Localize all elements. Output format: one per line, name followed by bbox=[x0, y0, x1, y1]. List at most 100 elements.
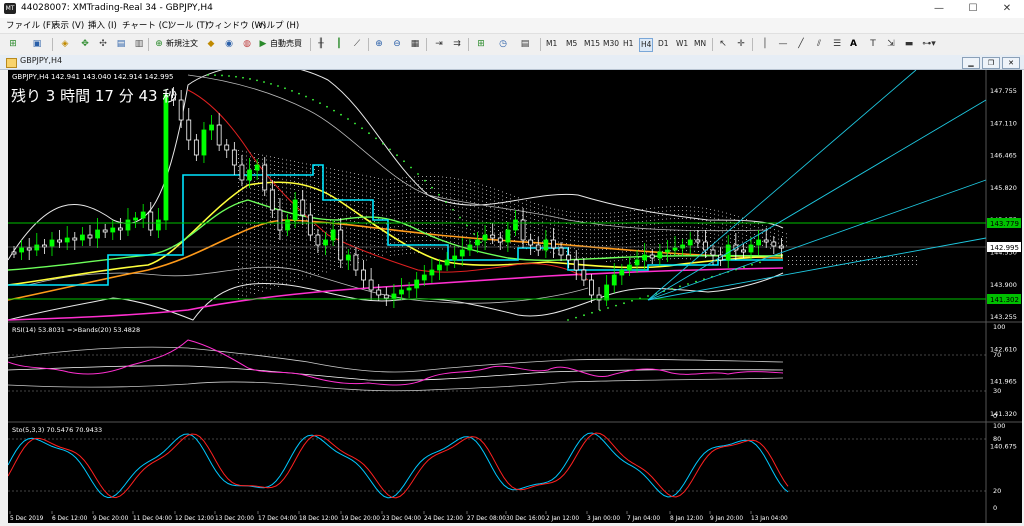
cloud-dot bbox=[770, 243, 771, 245]
cloud-dot bbox=[570, 251, 571, 253]
timeframe-m5[interactable]: M5 bbox=[566, 37, 577, 51]
terminal-icon[interactable]: ▤ bbox=[114, 37, 128, 51]
menu-file[interactable]: ファイル (F) bbox=[6, 19, 54, 31]
cloud-dot bbox=[614, 252, 615, 254]
indicators-icon[interactable]: ⊞ bbox=[474, 37, 488, 51]
timeframe-m15[interactable]: M15 bbox=[584, 37, 600, 51]
cloud-dot bbox=[662, 250, 663, 252]
chart-area[interactable]: GBPJPY,H4 142.941 143.040 142.914 142.99… bbox=[7, 63, 1022, 523]
timeframe-h4[interactable]: H4 bbox=[639, 38, 654, 52]
menu-insert[interactable]: 挿入 (I) bbox=[88, 19, 117, 31]
cloud-dot bbox=[426, 200, 427, 201]
fibonacci-icon[interactable]: ☰ bbox=[830, 37, 844, 51]
navigator-icon[interactable]: ✣ bbox=[96, 37, 110, 51]
chart-close-button[interactable]: ✕ bbox=[1002, 57, 1020, 69]
candle-body bbox=[535, 244, 541, 251]
cloud-dot bbox=[610, 220, 611, 222]
timeframe-w1[interactable]: W1 bbox=[676, 37, 688, 51]
timeframe-m30[interactable]: M30 bbox=[603, 37, 619, 51]
minimize-button[interactable]: — bbox=[922, 0, 956, 18]
cloud-dot bbox=[306, 163, 307, 165]
cloud-dot bbox=[466, 240, 467, 242]
timeframe-d1[interactable]: D1 bbox=[658, 37, 669, 51]
cloud-dot bbox=[438, 236, 439, 238]
menu-tools[interactable]: ツール (T) bbox=[168, 19, 208, 31]
auto-trade-icon[interactable]: ▶ bbox=[256, 37, 270, 51]
cloud-dot bbox=[598, 253, 599, 255]
channel-icon[interactable]: ⫽ bbox=[812, 37, 826, 51]
cloud-dot bbox=[478, 215, 479, 217]
arrow-icon[interactable]: ⇲ bbox=[884, 37, 898, 51]
close-button[interactable]: ✕ bbox=[990, 0, 1024, 18]
cloud-dot bbox=[242, 286, 243, 288]
cursor-icon[interactable]: ↖ bbox=[716, 37, 730, 51]
cloud-dot bbox=[362, 238, 363, 240]
zoom-out-icon[interactable]: ⊖ bbox=[390, 37, 404, 51]
metaeditor-icon[interactable]: ◆ bbox=[204, 37, 218, 51]
cloud-dot bbox=[394, 198, 395, 200]
cloud-dot bbox=[534, 251, 535, 252]
cloud-dot bbox=[386, 251, 387, 253]
cloud-dot bbox=[718, 226, 719, 228]
bar-chart-icon[interactable]: ╫ bbox=[314, 37, 328, 51]
timeframe-mn[interactable]: MN bbox=[694, 37, 706, 51]
chart-restore-button[interactable]: ❐ bbox=[982, 57, 1000, 69]
time-tick-label: 18 Dec 12:00 bbox=[299, 516, 338, 522]
cloud-dot bbox=[778, 230, 779, 232]
tester-icon[interactable]: ▥ bbox=[132, 37, 146, 51]
timeframe-m1[interactable]: M1 bbox=[546, 37, 557, 51]
trendline-icon[interactable]: ╱ bbox=[794, 37, 808, 51]
new-order-button[interactable]: 新規注文 bbox=[166, 37, 198, 51]
cloud-dot bbox=[246, 275, 247, 277]
cloud-dot bbox=[326, 167, 327, 169]
zoom-in-icon[interactable]: ⊕ bbox=[372, 37, 386, 51]
line-chart-icon[interactable]: ⟋ bbox=[350, 37, 364, 51]
vertical-line-icon[interactable]: │ bbox=[758, 37, 772, 51]
cloud-dot bbox=[262, 234, 263, 236]
cloud-dot bbox=[812, 256, 813, 257]
cloud-dot bbox=[670, 242, 671, 244]
new-chart-icon[interactable]: ⊞ bbox=[6, 37, 20, 51]
cloud-dot bbox=[458, 206, 459, 208]
horizontal-line-icon[interactable]: — bbox=[776, 37, 790, 51]
cloud-dot bbox=[418, 180, 419, 182]
signals-icon[interactable]: ◉ bbox=[222, 37, 236, 51]
cloud-dot bbox=[390, 238, 391, 240]
candlestick-icon[interactable]: ┃ bbox=[332, 37, 346, 51]
cloud-dot bbox=[434, 220, 435, 221]
crosshair-icon[interactable]: ✛ bbox=[734, 37, 748, 51]
periods-icon[interactable]: ◷ bbox=[496, 37, 510, 51]
cloud-dot bbox=[302, 186, 303, 188]
auto-trade-button[interactable]: 自動売買 bbox=[270, 37, 302, 51]
chart-minimize-button[interactable]: ▁ bbox=[962, 57, 980, 69]
menu-view[interactable]: 表示 (V) bbox=[52, 19, 84, 31]
text-icon[interactable]: A bbox=[850, 37, 857, 51]
timeframe-h1[interactable]: H1 bbox=[623, 37, 633, 51]
cloud-dot bbox=[310, 168, 311, 170]
data-window-icon[interactable]: ✥ bbox=[78, 37, 92, 51]
autoscroll-icon[interactable]: ⇉ bbox=[450, 37, 464, 51]
profiles-icon[interactable]: ▣ bbox=[30, 37, 44, 51]
maximize-button[interactable]: ☐ bbox=[956, 0, 990, 18]
objects-dropdown-icon[interactable]: ⊶▾ bbox=[922, 37, 936, 51]
text-label-icon[interactable]: T bbox=[866, 37, 880, 51]
cloud-dot bbox=[450, 185, 451, 187]
market-icon[interactable]: ◍ bbox=[240, 37, 254, 51]
cloud-dot bbox=[278, 282, 279, 283]
cloud-dot bbox=[510, 198, 511, 200]
cloud-dot bbox=[334, 265, 335, 266]
rsi-axis: 10070300 bbox=[993, 323, 1005, 420]
cloud-dot bbox=[518, 217, 519, 219]
tile-windows-icon[interactable]: ▦ bbox=[408, 37, 422, 51]
menu-chart[interactable]: チャート (C) bbox=[122, 19, 171, 31]
new-order-icon[interactable]: ⊕ bbox=[152, 37, 166, 51]
templates-icon[interactable]: ▤ bbox=[518, 37, 532, 51]
cloud-dot bbox=[872, 256, 873, 257]
chart-window-titlebar: GBPJPY,H4 ▁ ❐ ✕ bbox=[0, 55, 1024, 70]
cloud-dot bbox=[422, 224, 423, 225]
cloud-dot bbox=[330, 252, 331, 254]
menu-help[interactable]: ヘルプ (H) bbox=[258, 19, 299, 31]
rectangle-icon[interactable]: ▬ bbox=[902, 37, 916, 51]
chart-shift-icon[interactable]: ⇥ bbox=[432, 37, 446, 51]
market-watch-icon[interactable]: ◈ bbox=[58, 37, 72, 51]
